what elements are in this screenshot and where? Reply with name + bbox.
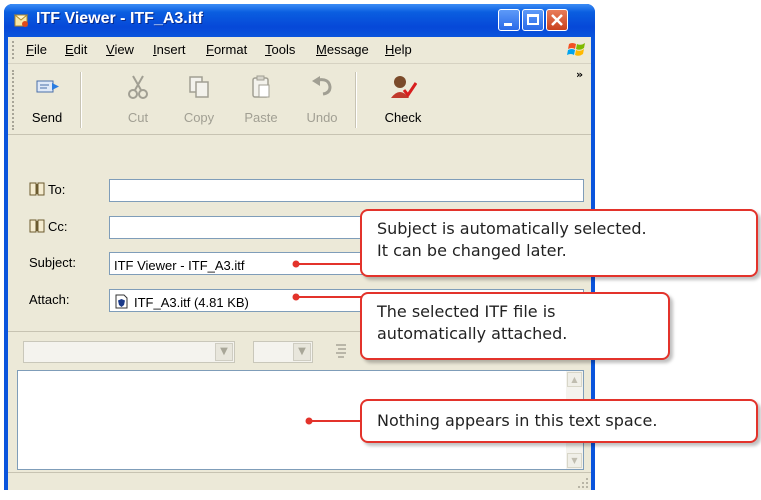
subject-callout: Subject is automatically selected. It ca…: [360, 209, 758, 277]
body-callout: Nothing appears in this text space.: [360, 399, 758, 443]
subject-callout-line1: Subject is automatically selected.: [377, 219, 647, 238]
attach-callout-line1: The selected ITF file is: [377, 302, 556, 321]
subject-callout-line2: It can be changed later.: [377, 241, 567, 260]
attach-callout: The selected ITF file is automatically a…: [360, 292, 670, 360]
attach-callout-line2: automatically attached.: [377, 324, 568, 343]
body-callout-line1: Nothing appears in this text space.: [377, 411, 658, 430]
subject-callout-leader: [292, 260, 362, 268]
body-callout-leader: [305, 417, 362, 425]
attach-callout-leader: [292, 293, 362, 301]
